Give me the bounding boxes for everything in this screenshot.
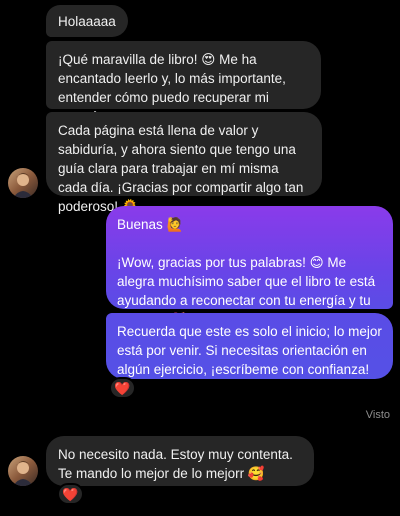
- reaction-badge[interactable]: ❤️: [109, 377, 136, 399]
- avatar[interactable]: [8, 456, 38, 486]
- message-outgoing[interactable]: Recuerda que este es solo el inicio; lo …: [106, 313, 393, 396]
- message-incoming[interactable]: No necesito nada. Estoy muy contenta. Te…: [46, 436, 314, 486]
- message-incoming[interactable]: ¡Qué maravilla de libro! 😍 Me ha encanta…: [46, 41, 321, 124]
- heart-icon: ❤️: [62, 486, 79, 502]
- reaction-badge[interactable]: ❤️: [57, 483, 84, 505]
- avatar-image: [8, 456, 38, 486]
- seen-status: Visto: [365, 409, 390, 421]
- message-incoming[interactable]: Cada página está llena de valor y sabidu…: [46, 112, 322, 214]
- avatar[interactable]: [8, 168, 38, 198]
- avatar-image: [8, 168, 38, 198]
- message-incoming[interactable]: Holaaaaa: [46, 5, 128, 37]
- message-outgoing[interactable]: Buenas 🙋 ¡Wow, gracias por tus palabras!…: [106, 206, 393, 327]
- heart-icon: ❤️: [114, 380, 131, 396]
